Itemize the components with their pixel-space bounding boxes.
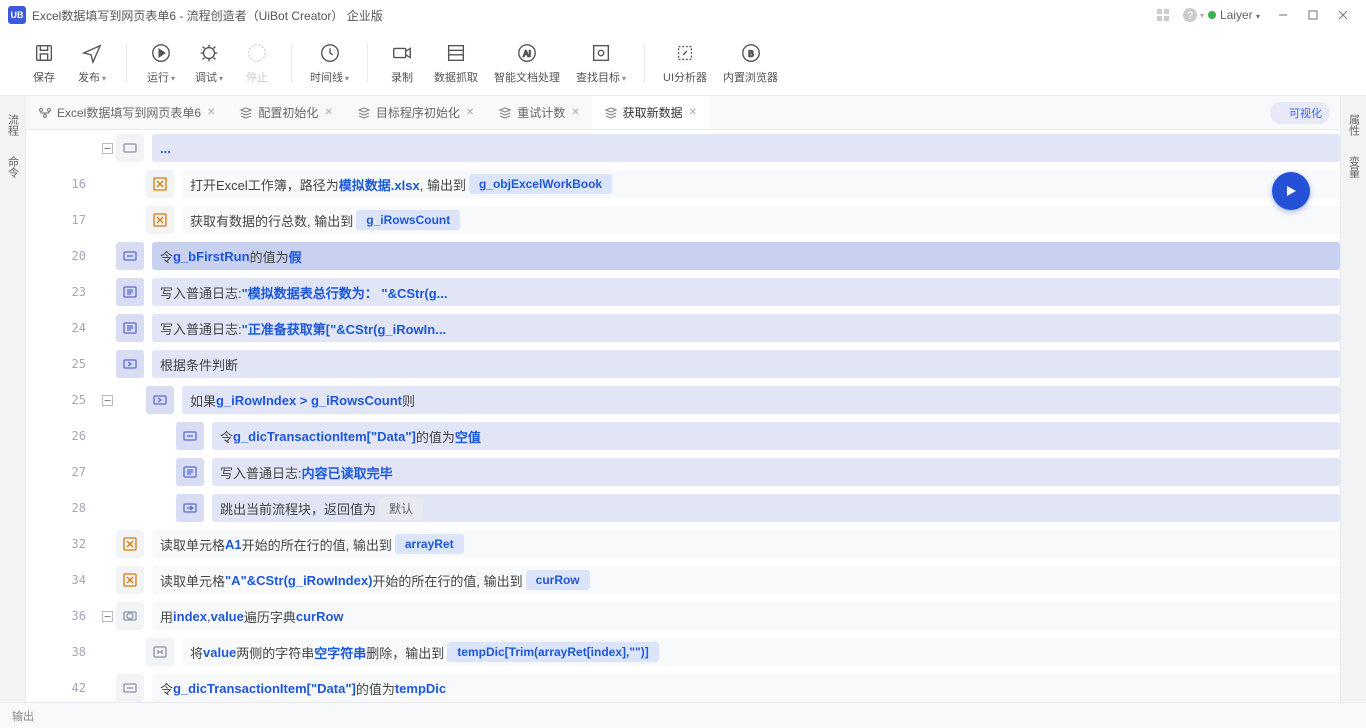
line-content[interactable]: 将 value 两侧的字符串 空字符串 删除，输出到 tempDic[Trim(… bbox=[182, 638, 1340, 666]
line-type-icon bbox=[146, 170, 174, 198]
toolbar-dbg[interactable]: 调试 bbox=[185, 33, 233, 93]
svg-text:AI: AI bbox=[523, 49, 531, 58]
line-type-icon bbox=[176, 458, 204, 486]
tab-close-icon[interactable]: ✕ bbox=[324, 107, 332, 118]
line-type-icon bbox=[116, 530, 144, 558]
toolbar-grab[interactable]: 数据抓取 bbox=[426, 33, 486, 93]
line-type-icon bbox=[146, 386, 174, 414]
toolbar-br[interactable]: B内置浏览器 bbox=[715, 33, 786, 93]
toolbar: 保存发布运行调试停止时间线录制数据抓取AI智能文档处理查找目标 UI分析器B内置浏… bbox=[0, 30, 1366, 96]
code-line[interactable]: 25根据条件判断 bbox=[26, 346, 1340, 382]
line-content[interactable]: 令 g_dicTransactionItem["Data"] 的值为 tempD… bbox=[152, 674, 1340, 702]
code-line[interactable]: 34读取单元格 "A"&CStr(g_iRowIndex) 开始的所在行的值, … bbox=[26, 562, 1340, 598]
play-button[interactable] bbox=[1272, 172, 1310, 210]
tab-0[interactable]: Excel数据填写到网页表单6✕ bbox=[26, 96, 227, 129]
code-line[interactable]: 23写入普通日志: "模拟数据表总行数为： "&CStr(g... bbox=[26, 274, 1340, 310]
visual-toggle[interactable]: 可视化 bbox=[1270, 102, 1330, 124]
tabbar: Excel数据填写到网页表单6✕配置初始化✕目标程序初始化✕重试计数✕获取新数据… bbox=[26, 96, 1340, 130]
titlebar: UB Excel数据填写到网页表单6 - 流程创造者（UiBot Creator… bbox=[0, 0, 1366, 30]
code-line[interactable]: ... bbox=[26, 130, 1340, 166]
line-type-icon bbox=[116, 674, 144, 702]
line-type-icon bbox=[146, 638, 174, 666]
line-content[interactable]: 根据条件判断 bbox=[152, 350, 1340, 378]
toolbar-pub[interactable]: 发布 bbox=[68, 33, 116, 93]
left-sidebar: 流程命令 bbox=[0, 96, 26, 702]
line-content[interactable]: ... bbox=[152, 134, 1340, 162]
close-button[interactable] bbox=[1328, 1, 1358, 29]
line-content[interactable]: 读取单元格 "A"&CStr(g_iRowIndex) 开始的所在行的值, 输出… bbox=[152, 566, 1340, 594]
left-tab[interactable]: 流程 bbox=[1, 104, 25, 146]
code-line[interactable]: 38将 value 两侧的字符串 空字符串 删除，输出到 tempDic[Tri… bbox=[26, 634, 1340, 670]
minimize-button[interactable] bbox=[1268, 1, 1298, 29]
code-line[interactable]: 42令 g_dicTransactionItem["Data"] 的值为 tem… bbox=[26, 670, 1340, 702]
line-type-icon bbox=[116, 278, 144, 306]
line-content[interactable]: 读取单元格 A1 开始的所在行的值, 输出到 arrayRet bbox=[152, 530, 1340, 558]
right-tab[interactable]: 变量 bbox=[1342, 146, 1366, 188]
tab-1[interactable]: 配置初始化✕ bbox=[227, 96, 344, 129]
line-content[interactable]: 写入普通日志: 内容已读取完毕 bbox=[212, 458, 1340, 486]
code-line[interactable]: 32读取单元格 A1 开始的所在行的值, 输出到 arrayRet bbox=[26, 526, 1340, 562]
toolbar-find[interactable]: 查找目标 bbox=[568, 33, 634, 93]
line-content[interactable]: 令 g_dicTransactionItem["Data"] 的值为 空值 bbox=[212, 422, 1340, 450]
tab-close-icon[interactable]: ✕ bbox=[466, 107, 474, 118]
line-content[interactable]: 令 g_bFirstRun 的值为 假 bbox=[152, 242, 1340, 270]
line-content[interactable]: 跳出当前流程块，返回值为 默认 bbox=[212, 494, 1340, 522]
code-line[interactable]: 36用 index , value 遍历字典 curRow bbox=[26, 598, 1340, 634]
user-label[interactable]: Laiyer ▾ bbox=[1220, 8, 1260, 22]
toolbar-rec[interactable]: 录制 bbox=[378, 33, 426, 93]
tab-close-icon[interactable]: ✕ bbox=[571, 107, 579, 118]
maximize-button[interactable] bbox=[1298, 1, 1328, 29]
fold-toggle[interactable] bbox=[102, 611, 116, 622]
toolbar-ai[interactable]: AI智能文档处理 bbox=[486, 33, 568, 93]
window-title: Excel数据填写到网页表单6 - 流程创造者（UiBot Creator） 企… bbox=[32, 7, 383, 24]
tab-close-icon[interactable]: ✕ bbox=[207, 107, 215, 118]
status-dot-icon bbox=[1208, 11, 1216, 19]
tab-3[interactable]: 重试计数✕ bbox=[486, 96, 591, 129]
right-tab[interactable]: 属性 bbox=[1342, 104, 1366, 146]
toolbar-run[interactable]: 运行 bbox=[137, 33, 185, 93]
line-content[interactable]: 写入普通日志: "正准备获取第["&CStr(g_iRowIn... bbox=[152, 314, 1340, 342]
line-type-icon bbox=[116, 242, 144, 270]
fold-toggle[interactable] bbox=[102, 143, 116, 154]
line-type-icon bbox=[116, 314, 144, 342]
code-line[interactable]: 16打开Excel工作簿，路径为 模拟数据.xlsx , 输出到 g_objEx… bbox=[26, 166, 1340, 202]
line-type-icon bbox=[176, 422, 204, 450]
fold-toggle[interactable] bbox=[102, 395, 116, 406]
line-type-icon bbox=[116, 602, 144, 630]
code-line[interactable]: 20令 g_bFirstRun 的值为 假 bbox=[26, 238, 1340, 274]
line-type-icon bbox=[176, 494, 204, 522]
code-line[interactable]: 28跳出当前流程块，返回值为 默认 bbox=[26, 490, 1340, 526]
app-icon: UB bbox=[8, 6, 26, 24]
line-content[interactable]: 获取有数据的行总数, 输出到 g_iRowsCount bbox=[182, 206, 1340, 234]
apps-icon[interactable] bbox=[1151, 3, 1175, 27]
tab-close-icon[interactable]: ✕ bbox=[689, 107, 697, 118]
svg-text:B: B bbox=[748, 49, 754, 58]
toolbar-stop: 停止 bbox=[233, 33, 281, 93]
code-line[interactable]: 26令 g_dicTransactionItem["Data"] 的值为 空值 bbox=[26, 418, 1340, 454]
line-type-icon bbox=[116, 566, 144, 594]
tab-4[interactable]: 获取新数据✕ bbox=[592, 96, 709, 129]
toolbar-tl[interactable]: 时间线 bbox=[302, 33, 357, 93]
code-line[interactable]: 24写入普通日志: "正准备获取第["&CStr(g_iRowIn... bbox=[26, 310, 1340, 346]
help-icon[interactable]: ?▾ bbox=[1181, 3, 1205, 27]
line-type-icon bbox=[116, 350, 144, 378]
code-line[interactable]: 25如果 g_iRowIndex > g_iRowsCount 则 bbox=[26, 382, 1340, 418]
line-type-icon bbox=[116, 134, 144, 162]
toolbar-save[interactable]: 保存 bbox=[20, 33, 68, 93]
code-editor[interactable]: ... 16打开Excel工作簿，路径为 模拟数据.xlsx , 输出到 g_ob… bbox=[26, 130, 1340, 702]
statusbar[interactable]: 输出 bbox=[0, 702, 1366, 728]
line-type-icon bbox=[146, 206, 174, 234]
code-line[interactable]: 17获取有数据的行总数, 输出到 g_iRowsCount bbox=[26, 202, 1340, 238]
line-content[interactable]: 写入普通日志: "模拟数据表总行数为： "&CStr(g... bbox=[152, 278, 1340, 306]
line-content[interactable]: 用 index , value 遍历字典 curRow bbox=[152, 602, 1340, 630]
svg-text:?: ? bbox=[1187, 10, 1193, 22]
left-tab[interactable]: 命令 bbox=[1, 146, 25, 188]
toolbar-uia[interactable]: UI分析器 bbox=[655, 33, 715, 93]
line-content[interactable]: 打开Excel工作簿，路径为 模拟数据.xlsx , 输出到 g_objExce… bbox=[182, 170, 1340, 198]
tab-2[interactable]: 目标程序初始化✕ bbox=[345, 96, 486, 129]
code-line[interactable]: 27写入普通日志: 内容已读取完毕 bbox=[26, 454, 1340, 490]
line-content[interactable]: 如果 g_iRowIndex > g_iRowsCount 则 bbox=[182, 386, 1340, 414]
right-sidebar: 属性变量 bbox=[1340, 96, 1366, 702]
